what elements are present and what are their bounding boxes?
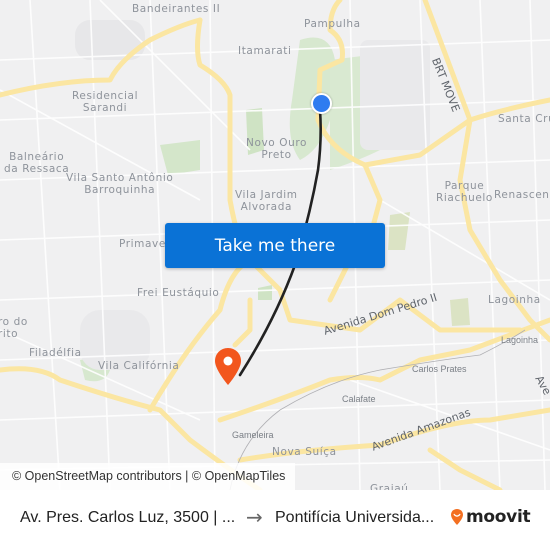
map-label: Renascença — [494, 189, 550, 201]
map-attribution[interactable]: © OpenStreetMap contributors | © OpenMap… — [0, 463, 296, 490]
map-view[interactable]: Bandeirantes II Pampulha Itamarati Resid… — [0, 0, 550, 490]
map-label: Lagoinha — [501, 335, 539, 345]
map-label: ro do rito — [0, 316, 28, 340]
district-block — [360, 40, 430, 150]
moovit-logo[interactable]: moovit — [450, 507, 531, 527]
park-area — [450, 298, 470, 326]
map-label: Residencial Sarandi — [72, 90, 139, 114]
map-label: Calafate — [342, 394, 376, 404]
map-label: Nova Suíça — [272, 446, 337, 458]
map-label: Balneário da Ressaca — [4, 151, 70, 175]
map-label: Santa Cruz — [498, 113, 550, 125]
moovit-wordmark: moovit — [466, 507, 531, 527]
map-label: Vila Jardim Alvorada — [235, 189, 298, 213]
map-label: Lagoinha — [488, 294, 541, 306]
map-label: Carlos Prates — [412, 364, 467, 374]
destination-pin-icon[interactable] — [214, 347, 242, 387]
park-area — [388, 212, 410, 250]
take-me-there-button[interactable]: Take me there — [165, 223, 385, 268]
map-label: Parque Riachuelo — [436, 180, 493, 204]
map-label: Frei Eustáquio — [137, 287, 220, 299]
map-label: Itamarati — [238, 45, 292, 57]
map-label: Gameleira — [232, 430, 274, 440]
moovit-pin-icon — [451, 509, 463, 525]
map-label: Vila Santo Antônio Barroquinha — [66, 172, 174, 196]
map-label: Bandeirantes II — [132, 3, 221, 15]
park-area — [160, 140, 200, 175]
destination-name: Pontifícia Universida... — [275, 509, 435, 526]
map-label: Filadélfia — [29, 347, 82, 359]
map-label: Vila Califórnia — [98, 360, 180, 372]
origin-dot-icon[interactable] — [311, 93, 332, 114]
arrow-right-icon: → — [246, 505, 263, 529]
map-label: Novo Ouro Preto — [246, 137, 308, 161]
origin-name: Av. Pres. Carlos Luz, 3500 | ... — [20, 509, 236, 526]
route-footer: Av. Pres. Carlos Luz, 3500 | ... → Ponti… — [0, 490, 550, 550]
map-label: Grajaú — [370, 483, 409, 490]
map-label: Pampulha — [304, 18, 361, 30]
park-area — [258, 285, 272, 300]
